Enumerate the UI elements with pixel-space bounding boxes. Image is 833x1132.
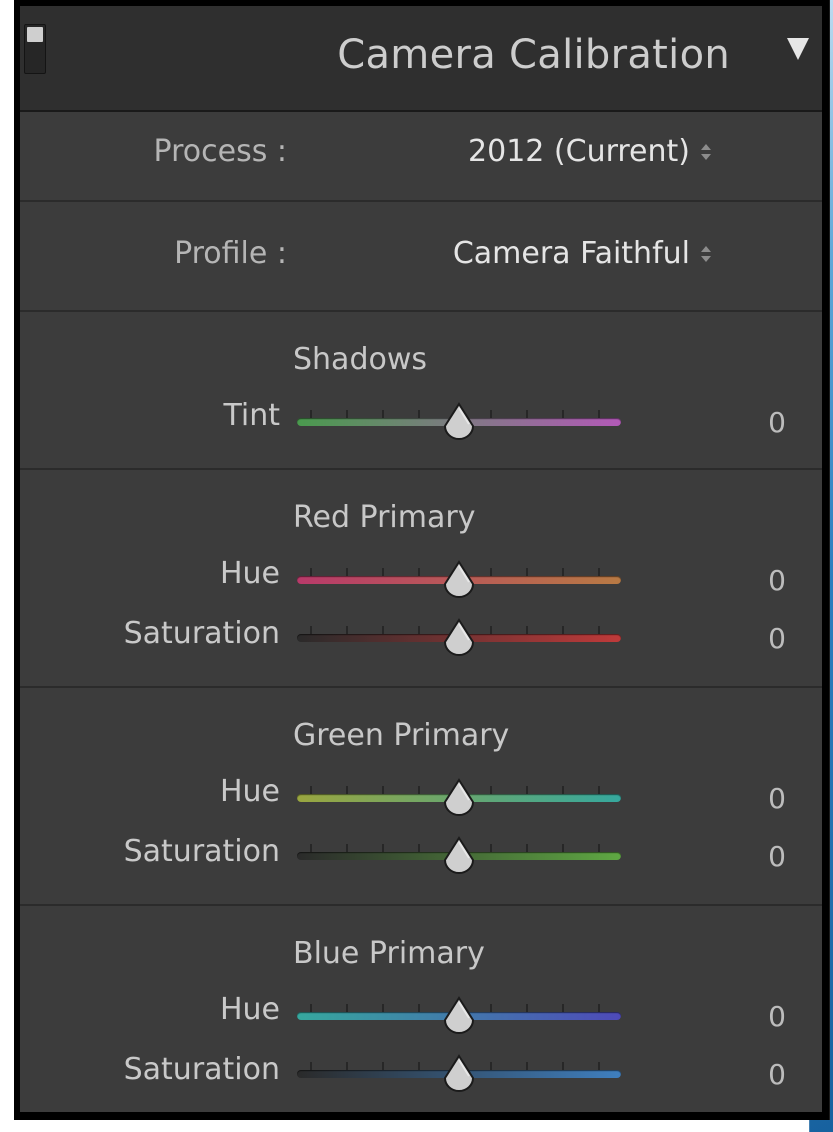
profile-value: Camera Faithful — [452, 236, 690, 271]
slider-thumb-icon[interactable] — [443, 402, 475, 442]
up-down-arrows-icon — [701, 143, 711, 160]
slider-thumb-icon[interactable] — [443, 560, 475, 600]
group-title-shadows: Shadows — [293, 342, 428, 377]
green-primary-group: Green Primary Hue 0 Saturation 0 — [20, 688, 822, 906]
group-title-green-primary: Green Primary — [293, 718, 510, 753]
slider-value-red-saturation[interactable]: 0 — [768, 622, 786, 655]
process-row: Process : 2012 (Current) — [20, 110, 822, 202]
slider-value-green-saturation[interactable]: 0 — [768, 840, 786, 873]
panel-title: Camera Calibration — [337, 32, 730, 78]
slider-label-green-saturation: Saturation — [123, 834, 280, 869]
camera-calibration-panel: Camera Calibration Process : 2012 (Curre… — [20, 6, 822, 1112]
slider-thumb-icon[interactable] — [443, 1054, 475, 1094]
slider-label-red-hue: Hue — [219, 556, 280, 591]
slider-label-green-hue: Hue — [219, 774, 280, 809]
process-select[interactable]: 2012 (Current) — [468, 134, 712, 169]
slider-thumb-icon[interactable] — [443, 996, 475, 1036]
group-title-blue-primary: Blue Primary — [293, 936, 485, 971]
profile-label: Profile : — [174, 236, 287, 271]
slider-value-blue-hue[interactable]: 0 — [768, 1000, 786, 1033]
slider-label-shadows-tint: Tint — [223, 398, 280, 433]
up-down-arrows-icon — [701, 245, 711, 262]
slider-value-green-hue[interactable]: 0 — [768, 782, 786, 815]
slider-label-blue-saturation: Saturation — [123, 1052, 280, 1087]
profile-row: Profile : Camera Faithful — [20, 202, 822, 312]
slider-label-red-saturation: Saturation — [123, 616, 280, 651]
process-value: 2012 (Current) — [468, 134, 690, 169]
slider-thumb-icon[interactable] — [443, 618, 475, 658]
slider-value-red-hue[interactable]: 0 — [768, 564, 786, 597]
blue-primary-group: Blue Primary Hue 0 Saturation 0 — [20, 906, 822, 1112]
panel-toggle-icon[interactable] — [24, 24, 46, 74]
lightroom-panel-window: Camera Calibration Process : 2012 (Curre… — [14, 0, 830, 1120]
group-title-red-primary: Red Primary — [293, 500, 476, 535]
slider-value-blue-saturation[interactable]: 0 — [768, 1058, 786, 1091]
slider-label-blue-hue: Hue — [219, 992, 280, 1027]
triangle-down-icon[interactable] — [784, 34, 812, 62]
profile-select[interactable]: Camera Faithful — [453, 236, 712, 271]
slider-value-shadows-tint[interactable]: 0 — [768, 406, 786, 439]
red-primary-group: Red Primary Hue 0 Saturation 0 — [20, 470, 822, 688]
slider-thumb-icon[interactable] — [443, 836, 475, 876]
panel-header[interactable]: Camera Calibration — [20, 6, 822, 112]
shadows-group: Shadows Tint 0 — [20, 312, 822, 470]
slider-thumb-icon[interactable] — [443, 778, 475, 818]
process-label: Process : — [153, 134, 287, 169]
